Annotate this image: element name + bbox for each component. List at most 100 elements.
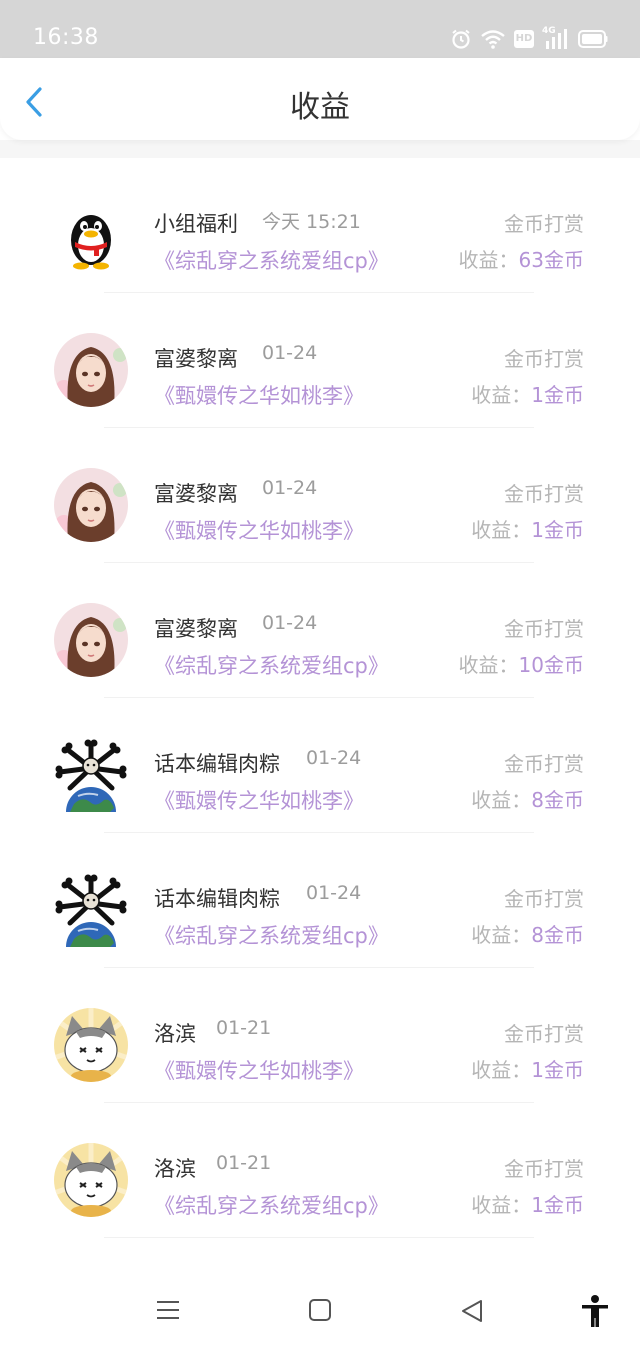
list-item[interactable]: 小组福利 今天 15:21 《综乱穿之系统爱组cp》 金币打赏 收益：63金币 [0, 158, 640, 293]
sender-name: 富婆黎离 [154, 347, 238, 371]
book-title[interactable]: 《综乱穿之系统爱组cp》 [154, 650, 389, 680]
earnings-list: 小组福利 今天 15:21 《综乱穿之系统爱组cp》 金币打赏 收益：63金币 … [0, 158, 640, 1238]
reward-type: 金币打赏 [504, 212, 584, 236]
list-item[interactable]: 富婆黎离 01-24 《甄嬛传之华如桃李》 金币打赏 收益：1金币 [0, 293, 640, 428]
income-amount: 1金币 [531, 1058, 584, 1082]
income-text: 收益：8金币 [471, 784, 584, 813]
income-text: 收益：10金币 [459, 649, 584, 678]
girl-avatar-icon [54, 468, 128, 542]
income-text: 收益：1金币 [471, 514, 584, 543]
book-title[interactable]: 《甄嬛传之华如桃李》 [154, 515, 364, 545]
sender-name: 话本编辑肉粽 [154, 752, 280, 776]
record-date: 01-24 [306, 747, 362, 769]
sender-name: 富婆黎离 [154, 617, 238, 641]
battery-icon [578, 30, 608, 48]
sender-name: 洛滨 [154, 1022, 196, 1046]
book-title[interactable]: 《甄嬛传之华如桃李》 [154, 380, 364, 410]
income-text: 收益：1金币 [471, 379, 584, 408]
sender-name: 洛滨 [154, 1157, 196, 1181]
bones-earth-avatar-icon [54, 738, 128, 812]
record-date: 01-24 [306, 882, 362, 904]
cat-avatar-icon [54, 1143, 128, 1217]
signal-4g-icon: 4G [542, 26, 570, 49]
reward-type: 金币打赏 [504, 1022, 584, 1046]
income-text: 收益：8金币 [471, 919, 584, 948]
avatar [54, 468, 128, 542]
list-item[interactable]: 话本编辑肉粽 01-24 《甄嬛传之华如桃李》 金币打赏 收益：8金币 [0, 698, 640, 833]
alarm-icon [452, 29, 470, 49]
sender-name: 富婆黎离 [154, 482, 238, 506]
income-label: 收益： [471, 383, 532, 407]
header-separator [0, 140, 640, 158]
wifi-icon [481, 30, 505, 49]
record-date: 01-24 [262, 612, 318, 634]
girl-avatar-icon [54, 333, 128, 407]
reward-type: 金币打赏 [504, 752, 584, 776]
qq-penguin-avatar-icon [54, 198, 128, 272]
income-amount: 10金币 [518, 653, 584, 677]
income-label: 收益： [471, 1193, 532, 1217]
status-icons: HD 4G [450, 26, 608, 51]
book-title[interactable]: 《综乱穿之系统爱组cp》 [154, 1190, 389, 1220]
income-text: 收益：1金币 [471, 1189, 584, 1218]
book-title[interactable]: 《甄嬛传之华如桃李》 [154, 785, 364, 815]
row-divider [104, 1237, 534, 1238]
book-title[interactable]: 《综乱穿之系统爱组cp》 [154, 245, 389, 275]
reward-type: 金币打赏 [504, 617, 584, 641]
reward-type: 金币打赏 [504, 482, 584, 506]
record-date: 01-24 [262, 477, 318, 499]
menu-button[interactable] [155, 1298, 181, 1326]
avatar [54, 603, 128, 677]
avatar [54, 738, 128, 812]
signal-bars [546, 29, 567, 49]
income-label: 收益： [458, 248, 519, 272]
hd-icon: HD [514, 30, 534, 48]
status-time: 16:38 [33, 25, 99, 50]
home-square-icon [309, 1299, 331, 1321]
income-label: 收益： [471, 518, 532, 542]
page-title: 收益 [290, 90, 350, 125]
accessibility-button[interactable] [580, 1294, 610, 1332]
status-bar: 16:38 HD 4G [0, 0, 640, 60]
income-label: 收益： [471, 923, 532, 947]
girl-avatar-icon [54, 603, 128, 677]
home-button[interactable] [308, 1298, 332, 1326]
avatar [54, 198, 128, 272]
reward-type: 金币打赏 [504, 347, 584, 371]
income-amount: 8金币 [531, 923, 584, 947]
list-item[interactable]: 洛滨 01-21 《综乱穿之系统爱组cp》 金币打赏 收益：1金币 [0, 1103, 640, 1238]
income-label: 收益： [471, 788, 532, 812]
income-amount: 8金币 [531, 788, 584, 812]
list-item[interactable]: 话本编辑肉粽 01-24 《综乱穿之系统爱组cp》 金币打赏 收益：8金币 [0, 833, 640, 968]
sender-name: 小组福利 [154, 212, 238, 236]
record-date: 今天 15:21 [262, 211, 361, 233]
income-amount: 1金币 [531, 1193, 584, 1217]
list-item[interactable]: 洛滨 01-21 《甄嬛传之华如桃李》 金币打赏 收益：1金币 [0, 968, 640, 1103]
reward-type: 金币打赏 [504, 1157, 584, 1181]
income-text: 收益：63金币 [459, 244, 584, 273]
cat-avatar-icon [54, 1008, 128, 1082]
record-date: 01-21 [216, 1017, 272, 1039]
avatar [54, 333, 128, 407]
page-header: 收益 [0, 58, 640, 140]
book-title[interactable]: 《甄嬛传之华如桃李》 [154, 1055, 364, 1085]
avatar [54, 873, 128, 947]
list-item[interactable]: 富婆黎离 01-24 《综乱穿之系统爱组cp》 金币打赏 收益：10金币 [0, 563, 640, 698]
income-text: 收益：1金币 [471, 1054, 584, 1083]
record-date: 01-21 [216, 1152, 272, 1174]
reward-type: 金币打赏 [504, 887, 584, 911]
list-item[interactable]: 富婆黎离 01-24 《甄嬛传之华如桃李》 金币打赏 收益：1金币 [0, 428, 640, 563]
income-label: 收益： [458, 653, 519, 677]
book-title[interactable]: 《综乱穿之系统爱组cp》 [154, 920, 389, 950]
bones-earth-avatar-icon [54, 873, 128, 947]
avatar [54, 1143, 128, 1217]
menu-icon [157, 1301, 179, 1319]
record-date: 01-24 [262, 342, 318, 364]
back-nav-button[interactable] [459, 1298, 485, 1328]
income-amount: 1金币 [531, 518, 584, 542]
income-label: 收益： [471, 1058, 532, 1082]
income-amount: 63金币 [518, 248, 584, 272]
accessibility-icon [582, 1295, 608, 1327]
sender-name: 话本编辑肉粽 [154, 887, 280, 911]
income-amount: 1金币 [531, 383, 584, 407]
